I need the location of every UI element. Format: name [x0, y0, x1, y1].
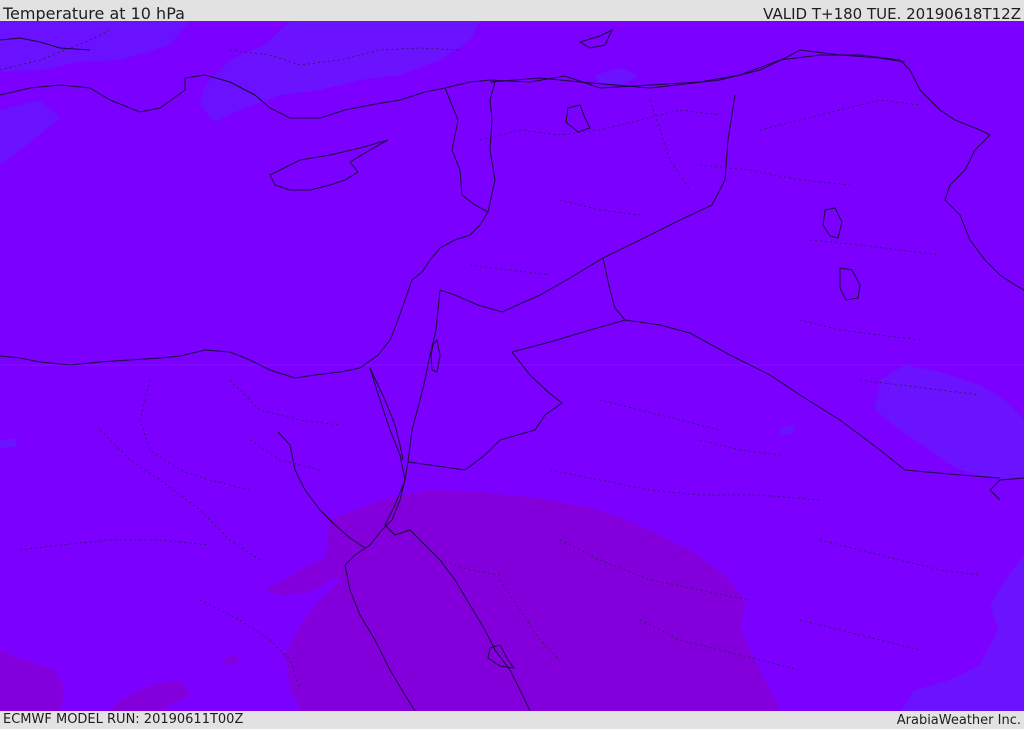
title-bar: Temperature at 10 hPa VALID T+180 TUE. 2… [0, 0, 1024, 23]
credit-label: ArabiaWeather Inc. [896, 713, 1021, 728]
weather-map[interactable] [0, 21, 1024, 711]
footer-bar: ECMWF MODEL RUN: 20190611T00Z ArabiaWeat… [0, 711, 1024, 729]
model-run-label: ECMWF MODEL RUN: 20190611T00Z [3, 712, 244, 727]
